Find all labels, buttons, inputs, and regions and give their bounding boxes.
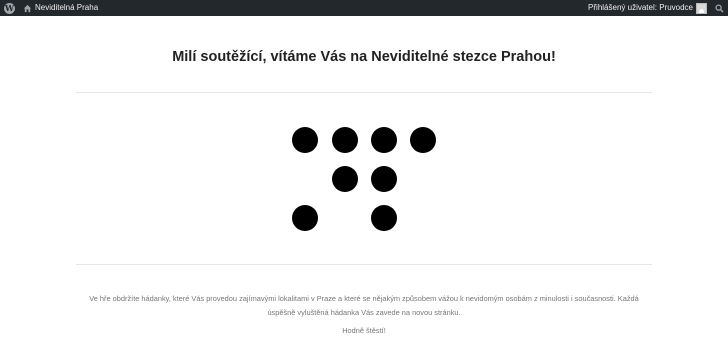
search-icon [715, 3, 724, 13]
braille-dot [371, 205, 397, 231]
bottom-divider [76, 264, 652, 265]
game-description: Ve hře obdržíte hádanky, které Vás prove… [89, 294, 639, 317]
admin-bar-left: W Neviditelná Praha [0, 0, 102, 16]
user-greeting: Přihlášený uživatel: Pruvodce [588, 3, 693, 12]
braille-dot [292, 127, 318, 153]
top-divider [76, 92, 652, 93]
user-account-menu[interactable]: Přihlášený uživatel: Pruvodce [584, 0, 711, 16]
admin-bar-right: Přihlášený uživatel: Pruvodce [584, 0, 728, 16]
search-button[interactable] [711, 0, 728, 16]
avatar-icon [696, 2, 707, 14]
braille-dot [332, 166, 358, 192]
braille-dot [332, 127, 358, 153]
site-name-label: Neviditelná Praha [35, 3, 99, 12]
home-icon [23, 4, 32, 13]
wordpress-logo-icon: W [4, 2, 15, 14]
site-name-link[interactable]: Neviditelná Praha [19, 0, 102, 16]
braille-dot [292, 205, 318, 231]
page-title: Milí soutěžící, vítáme Vás na Neviditeln… [172, 49, 556, 65]
good-luck-text: Hodně štěstí! [342, 326, 386, 335]
wordpress-menu[interactable]: W [0, 0, 19, 16]
braille-dot [371, 127, 397, 153]
braille-dot [371, 166, 397, 192]
braille-dot [410, 127, 436, 153]
admin-bar: W Neviditelná Praha Přihlášený uživatel:… [0, 0, 728, 16]
